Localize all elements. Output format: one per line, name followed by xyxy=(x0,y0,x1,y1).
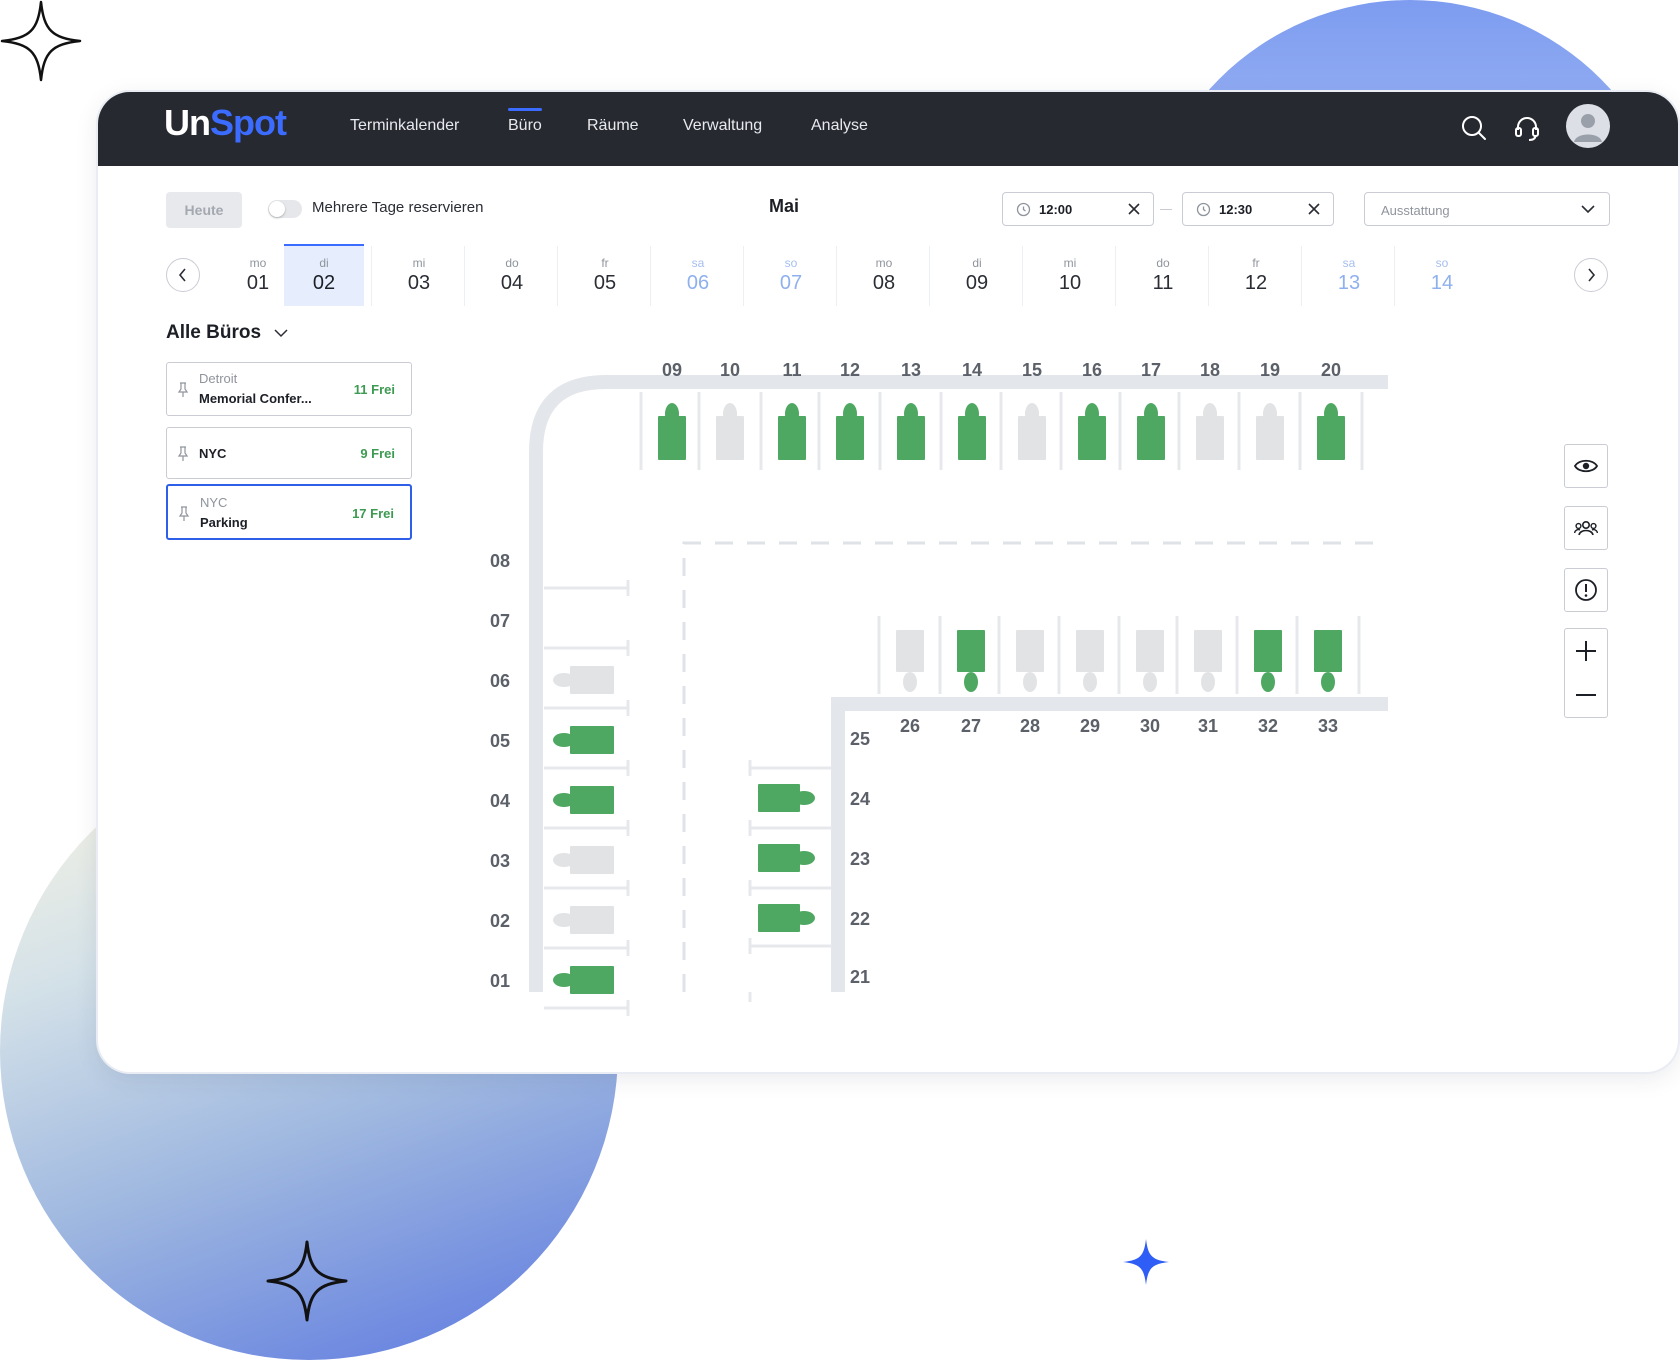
parking-spot-14[interactable] xyxy=(958,416,986,460)
parking-spot-17[interactable] xyxy=(1137,416,1165,460)
spot-label: 18 xyxy=(1200,360,1220,380)
colleagues-button[interactable] xyxy=(1564,506,1608,550)
spot-label: 11 xyxy=(782,360,801,380)
parking-spot-05[interactable] xyxy=(570,726,614,754)
spot-label: 22 xyxy=(850,909,870,929)
spot-label: 32 xyxy=(1258,716,1278,736)
spot-label: 14 xyxy=(962,360,982,380)
spot-label: 24 xyxy=(850,789,870,809)
parking-spot-09[interactable] xyxy=(658,416,686,460)
people-icon xyxy=(1574,520,1598,536)
parking-spot-32[interactable] xyxy=(1254,630,1282,672)
spot-label: 28 xyxy=(1020,716,1040,736)
parking-spot-30[interactable] xyxy=(1136,630,1164,672)
spot-label: 08 xyxy=(490,551,510,571)
parking-floor-plan: 09 10 11 12 13 14 15 16 17 18 19 20 26 27 28 29 30 31 32 33… xyxy=(490,360,1388,1016)
parking-spot-06[interactable] xyxy=(570,666,614,694)
parking-spot-04[interactable] xyxy=(570,786,614,814)
parking-spot-29[interactable] xyxy=(1076,630,1104,672)
outer-wall xyxy=(529,375,1388,992)
parking-spot-10[interactable] xyxy=(716,416,744,460)
parking-spot-28[interactable] xyxy=(1016,630,1044,672)
spot-label: 16 xyxy=(1082,360,1102,380)
spot-label: 02 xyxy=(490,911,510,931)
sparkle-icon-top-left xyxy=(0,0,82,82)
spot-label: 01 xyxy=(490,971,510,991)
parking-spot-12[interactable] xyxy=(836,416,864,460)
zoom-out-button[interactable] xyxy=(1565,673,1607,717)
sparkle-icon-bottom-right xyxy=(1123,1239,1169,1285)
parking-spot-03[interactable] xyxy=(570,846,614,874)
app-window: UnSpot Terminkalender Büro Räume Verwalt… xyxy=(98,92,1678,1072)
spot-label: 17 xyxy=(1141,360,1161,380)
parking-spot-marker xyxy=(1321,672,1335,692)
parking-spot-20[interactable] xyxy=(1317,416,1345,460)
zoom-control xyxy=(1564,628,1608,718)
parking-spot-marker xyxy=(793,851,815,865)
parking-spot-26[interactable] xyxy=(896,630,924,672)
spot-label: 31 xyxy=(1198,716,1218,736)
zoom-in-icon xyxy=(1576,641,1596,661)
spot-label: 25 xyxy=(850,729,870,749)
parking-spot-02[interactable] xyxy=(570,906,614,934)
parking-spot-27[interactable] xyxy=(957,630,985,672)
zoom-in-button[interactable] xyxy=(1565,629,1607,673)
spot-label: 10 xyxy=(720,360,740,380)
spot-label: 05 xyxy=(490,731,510,751)
spot-label: 26 xyxy=(900,716,920,736)
parking-spot-marker xyxy=(1261,672,1275,692)
inner-wall xyxy=(831,697,1388,992)
parking-spot-marker xyxy=(1083,672,1097,692)
parking-spot-01[interactable] xyxy=(570,966,614,994)
parking-spot-marker xyxy=(793,791,815,805)
spot-label: 03 xyxy=(490,851,510,871)
report-issue-button[interactable] xyxy=(1564,568,1608,612)
parking-spot-33[interactable] xyxy=(1314,630,1342,672)
spot-label: 20 xyxy=(1321,360,1341,380)
parking-spot-marker xyxy=(793,911,815,925)
parking-spot-15[interactable] xyxy=(1018,416,1046,460)
spot-label: 09 xyxy=(662,360,682,380)
spot-label: 07 xyxy=(490,611,510,631)
parking-spot-marker xyxy=(1201,672,1215,692)
spot-label: 33 xyxy=(1318,716,1338,736)
parking-spot-19[interactable] xyxy=(1256,416,1284,460)
zoom-out-icon xyxy=(1576,694,1596,696)
spot-label: 15 xyxy=(1022,360,1042,380)
eye-icon xyxy=(1574,459,1598,473)
parking-spot-13[interactable] xyxy=(897,416,925,460)
parking-spot-marker xyxy=(1023,672,1037,692)
spot-label: 30 xyxy=(1140,716,1160,736)
parking-spot-16[interactable] xyxy=(1078,416,1106,460)
sparkle-icon-bottom-left xyxy=(266,1240,348,1322)
spot-label: 04 xyxy=(490,791,510,811)
parking-spot-18[interactable] xyxy=(1196,416,1224,460)
parking-spot-marker xyxy=(964,672,978,692)
visibility-button[interactable] xyxy=(1564,444,1608,488)
parking-spot-31[interactable] xyxy=(1194,630,1222,672)
spot-label: 21 xyxy=(850,967,870,987)
spot-label: 19 xyxy=(1260,360,1280,380)
spot-label: 29 xyxy=(1080,716,1100,736)
alert-icon xyxy=(1575,579,1597,601)
parking-spot-marker xyxy=(903,672,917,692)
spot-label: 12 xyxy=(840,360,860,380)
parking-spot-marker xyxy=(1143,672,1157,692)
spot-label: 23 xyxy=(850,849,870,869)
parking-spot-11[interactable] xyxy=(778,416,806,460)
spot-label: 13 xyxy=(901,360,921,380)
spot-label: 27 xyxy=(961,716,981,736)
spot-label: 06 xyxy=(490,671,510,691)
